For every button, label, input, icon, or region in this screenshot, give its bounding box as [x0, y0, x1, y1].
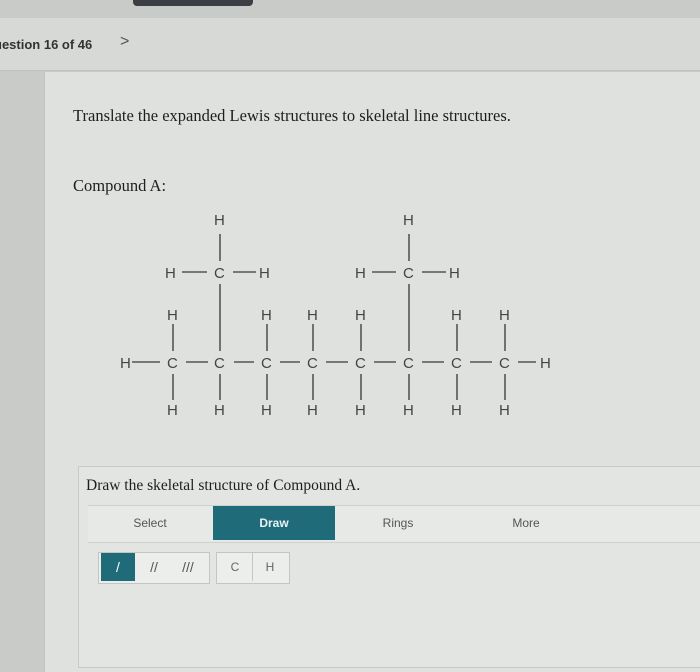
atom-c: C: [307, 355, 318, 372]
double-bond-button[interactable]: //: [137, 553, 171, 581]
atom-h: H: [355, 402, 366, 419]
atom-h: H: [167, 402, 178, 419]
atom-h: H: [403, 212, 414, 229]
atom-h: H: [214, 212, 225, 229]
atom-h: H: [540, 355, 551, 372]
atom-h: H: [214, 402, 225, 419]
draw-prompt: Draw the skeletal structure of Compound …: [86, 477, 361, 494]
atom-h: H: [307, 307, 318, 324]
atom-h: H: [167, 307, 178, 324]
question-counter: uestion 16 of 46: [0, 37, 93, 52]
atom-h: H: [403, 402, 414, 419]
more-tool-button[interactable]: More: [478, 506, 574, 540]
atom-h: H: [307, 402, 318, 419]
compound-label: Compound A:: [73, 176, 167, 195]
question-header: uestion 16 of 46 >: [0, 18, 700, 71]
atom-c: C: [355, 355, 366, 372]
atom-c: C: [451, 355, 462, 372]
top-window-tab: [133, 0, 253, 6]
atom-h: H: [451, 307, 462, 324]
hydrogen-atom-button[interactable]: H: [253, 553, 287, 581]
atom-c: C: [214, 355, 225, 372]
atom-h: H: [499, 402, 510, 419]
select-tool-button[interactable]: Select: [102, 506, 198, 540]
carbon-atom-button[interactable]: C: [218, 553, 252, 581]
next-question-icon[interactable]: >: [120, 33, 129, 51]
atom-c: C: [214, 265, 225, 282]
draw-tool-button[interactable]: Draw: [213, 506, 335, 540]
atom-h: H: [261, 402, 272, 419]
atom-c: C: [403, 355, 414, 372]
lewis-structure-diagram: H H H C H H C H H H H H H H H C C C C C …: [120, 212, 551, 419]
atom-h: H: [499, 307, 510, 324]
atom-c: C: [167, 355, 178, 372]
single-bond-button[interactable]: /: [101, 553, 135, 581]
rings-tool-button[interactable]: Rings: [350, 506, 446, 540]
atom-h: H: [355, 265, 366, 282]
atom-c: C: [261, 355, 272, 372]
atom-c: C: [403, 265, 414, 282]
atom-h: H: [355, 307, 366, 324]
atom-h: H: [449, 265, 460, 282]
atom-h: H: [451, 402, 462, 419]
atom-h: H: [259, 265, 270, 282]
atom-h: H: [261, 307, 272, 324]
question-prompt: Translate the expanded Lewis structures …: [73, 106, 511, 125]
atom-h: H: [165, 265, 176, 282]
triple-bond-button[interactable]: ///: [171, 553, 205, 581]
atom-h: H: [120, 355, 131, 372]
atom-c: C: [499, 355, 510, 372]
